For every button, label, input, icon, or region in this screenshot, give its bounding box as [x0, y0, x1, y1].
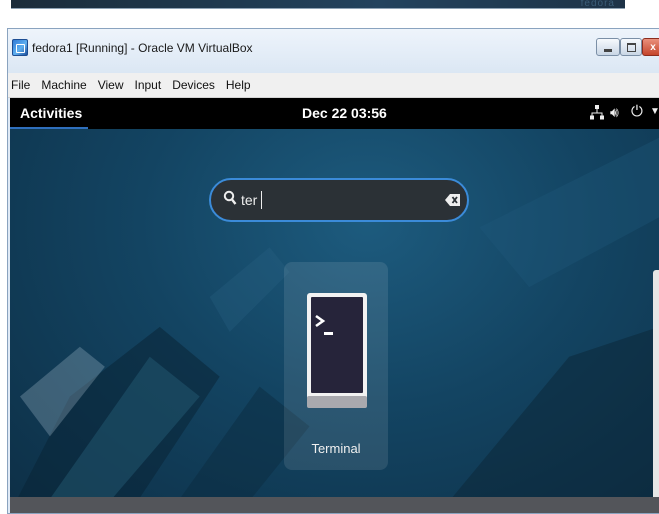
activities-button[interactable]: Activities: [20, 105, 82, 121]
close-button[interactable]: x: [642, 38, 659, 56]
guest-screen[interactable]: Activities Dec 22 03:56 🔊︎ ⏻ ▼ ter Termi…: [10, 98, 659, 513]
maximize-icon: [626, 42, 636, 52]
workspace-thumbnail-edge[interactable]: [653, 270, 659, 510]
clear-icon[interactable]: [445, 193, 461, 207]
virtualbox-window: fedora1 [Running] - Oracle VM VirtualBox…: [7, 28, 659, 514]
host-desktop-strip: fedora: [11, 0, 625, 9]
search-input[interactable]: ter: [209, 178, 469, 222]
text-caret: [261, 191, 262, 209]
menu-machine[interactable]: Machine: [41, 78, 86, 92]
dash-bar: [10, 497, 659, 513]
gnome-top-bar: Activities Dec 22 03:56 🔊︎ ⏻ ▼: [10, 98, 659, 129]
search-icon: [223, 190, 237, 205]
menu-devices[interactable]: Devices: [172, 78, 215, 92]
network-icon[interactable]: [590, 104, 604, 120]
search-result-terminal[interactable]: Terminal: [284, 262, 388, 470]
maximize-button[interactable]: [620, 38, 642, 56]
menu-view[interactable]: View: [98, 78, 124, 92]
virtualbox-logo-icon: [12, 39, 28, 56]
result-label: Terminal: [311, 441, 361, 456]
power-icon[interactable]: ⏻: [631, 103, 643, 120]
volume-icon[interactable]: 🔊︎: [610, 104, 619, 121]
window-title: fedora1 [Running] - Oracle VM VirtualBox: [32, 41, 253, 55]
menu-arrow-icon[interactable]: ▼: [650, 106, 659, 117]
host-desktop-text: fedora: [580, 0, 615, 9]
menu-file[interactable]: File: [11, 78, 30, 92]
terminal-icon: [307, 293, 367, 408]
minimize-button[interactable]: [596, 38, 620, 56]
activities-indicator: [10, 127, 88, 129]
menubar: File Machine View Input Devices Help: [8, 73, 659, 98]
search-value: ter: [241, 192, 258, 208]
menu-help[interactable]: Help: [226, 78, 251, 92]
clock[interactable]: Dec 22 03:56: [302, 105, 387, 121]
minimize-icon: [604, 48, 612, 52]
close-icon: x: [650, 41, 656, 53]
window-titlebar[interactable]: fedora1 [Running] - Oracle VM VirtualBox…: [8, 29, 659, 73]
menu-input[interactable]: Input: [135, 78, 162, 92]
